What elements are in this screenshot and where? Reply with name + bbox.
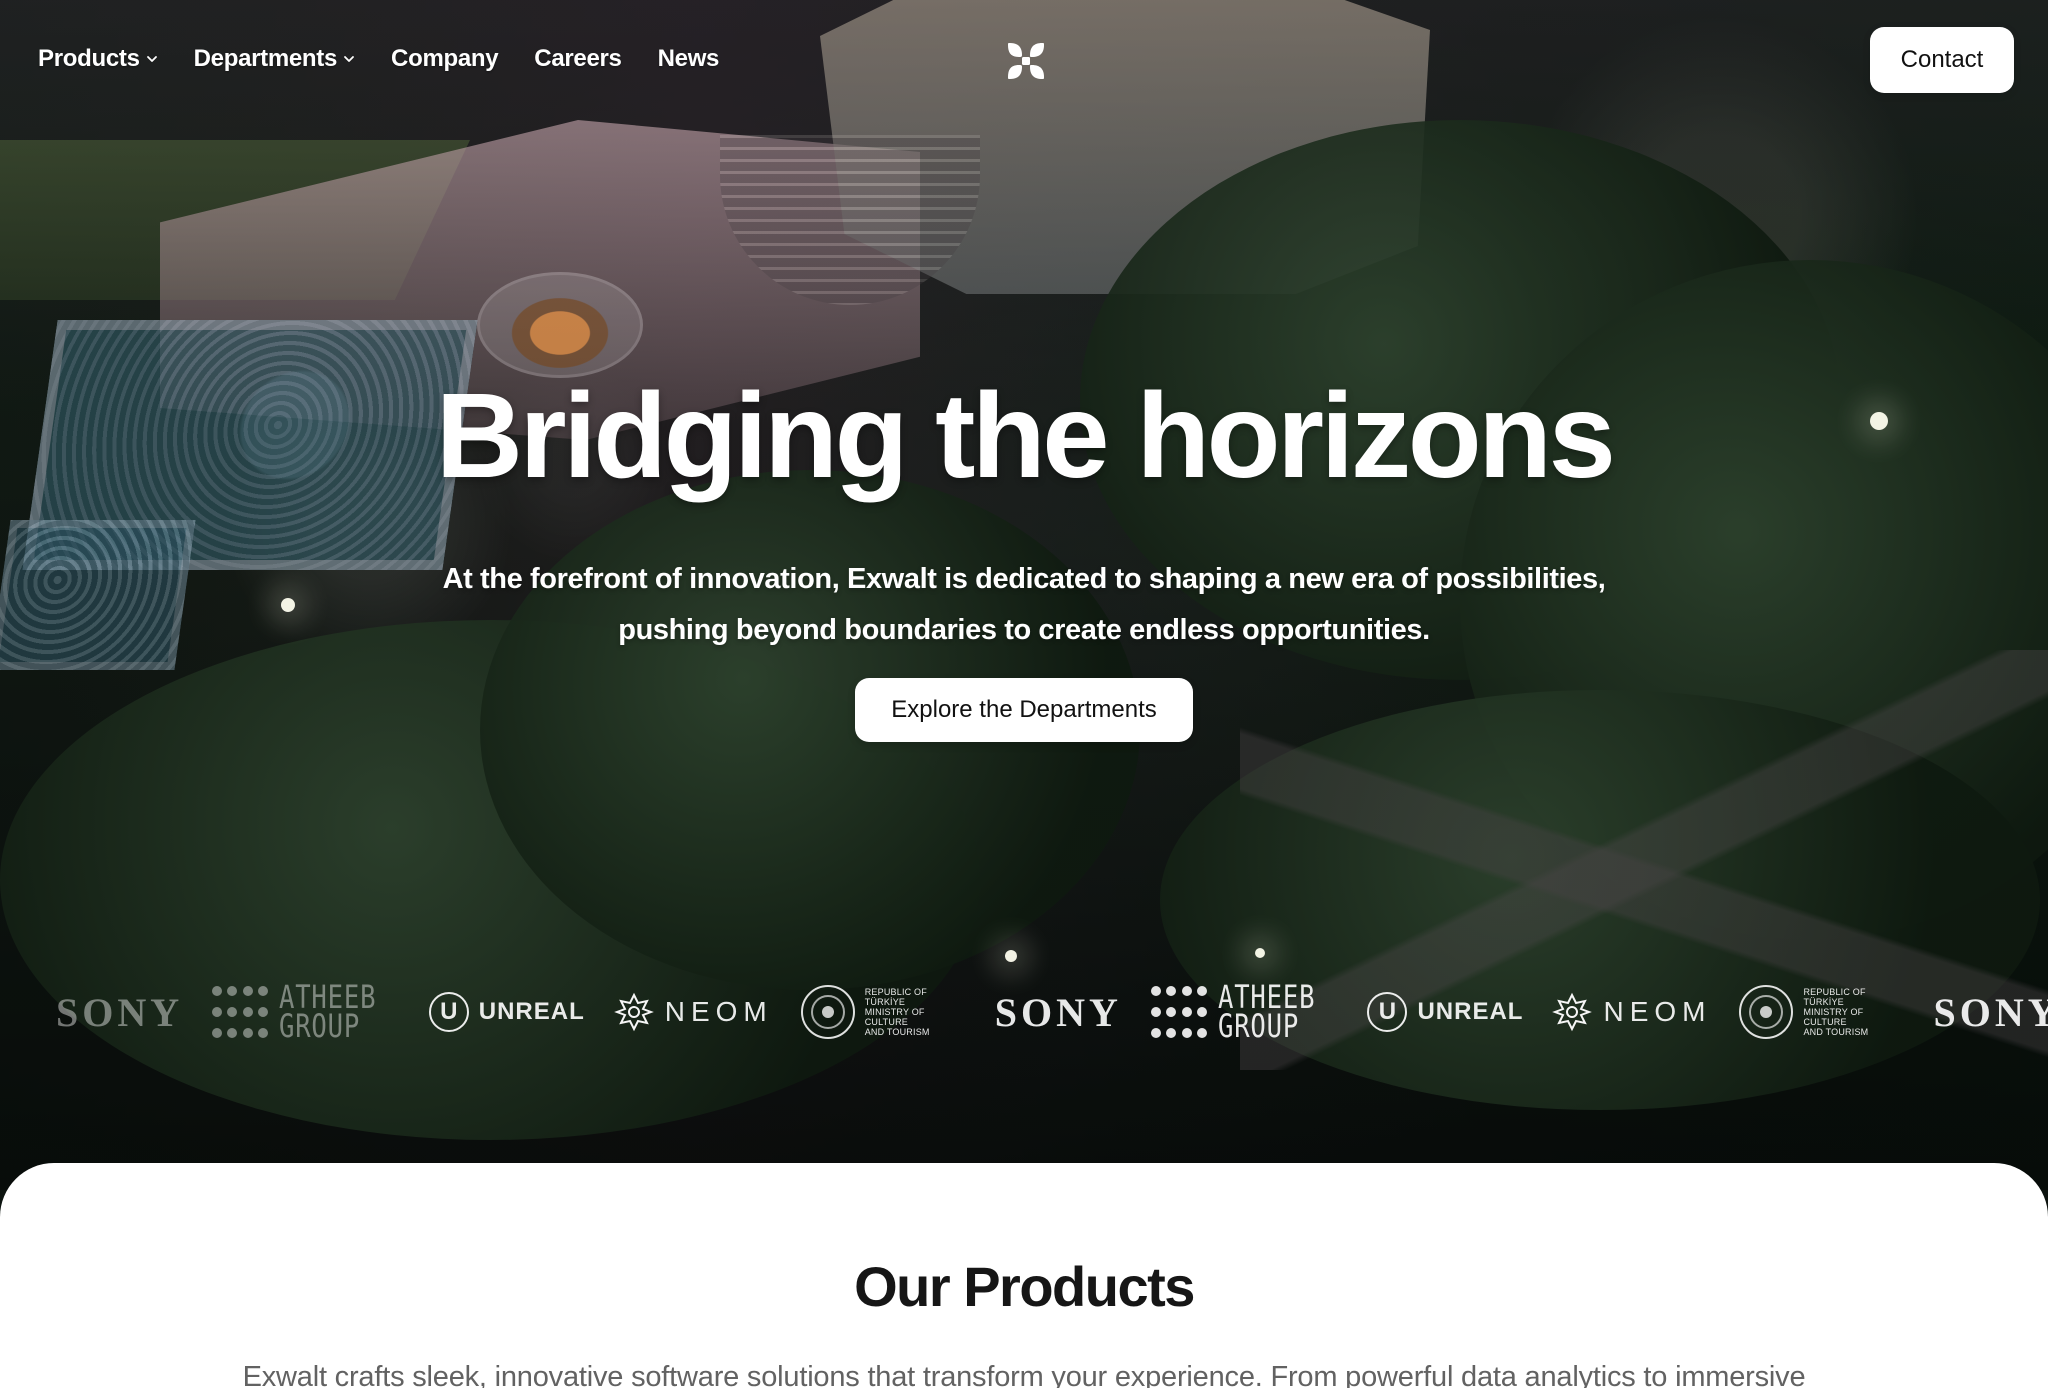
nav-company[interactable]: Company: [391, 45, 499, 73]
atheeb-logo: ATHEEB GROUP: [1150, 983, 1340, 1042]
logo-dot: [227, 1027, 238, 1038]
logo-dot: [1166, 1006, 1177, 1017]
hero-content: Bridging the horizons At the forefront o…: [0, 375, 2048, 742]
contact-button[interactable]: Contact: [1870, 27, 2014, 93]
nav-careers-label: Careers: [534, 45, 622, 72]
nav-products-label: Products: [38, 45, 140, 72]
homepage: Products Departments Company Careers New…: [0, 0, 2048, 1388]
sony-logo: SONY: [1933, 989, 2048, 1036]
ministry-line-3: AND TOURISM: [864, 1027, 930, 1037]
logo-dot: [1197, 1027, 1208, 1038]
ministry-logo: REPUBLIC OF TÜRKİYE MINISTRY OF CULTURE …: [1739, 985, 1905, 1039]
ministry-line-3: AND TOURISM: [1803, 1027, 1869, 1037]
logo-dot: [242, 1006, 253, 1017]
logo-dot: [1166, 1027, 1177, 1038]
logo-dot: [258, 1006, 269, 1017]
nav-company-label: Company: [391, 45, 499, 72]
ministry-wordmark: REPUBLIC OF TÜRKİYE MINISTRY OF CULTURE …: [1803, 987, 1905, 1037]
atheeb-sub-text: GROUP: [279, 1007, 361, 1045]
nav-departments[interactable]: Departments: [194, 45, 355, 73]
unreal-engine-icon: U: [1367, 992, 1408, 1032]
hero-subtitle-line-2: pushing beyond boundaries to create endl…: [618, 614, 1430, 646]
logo-dot: [1197, 1006, 1208, 1017]
top-navigation: Products Departments Company Careers New…: [0, 0, 2048, 120]
ministry-seal-icon: [1739, 985, 1794, 1039]
primary-nav: Products Departments Company Careers New…: [38, 45, 719, 73]
atheeb-dot-mark-icon: [1150, 983, 1208, 1041]
chevron-down-icon: [344, 56, 354, 62]
ministry-seal-icon: [800, 985, 855, 1039]
ministry-line-1: REPUBLIC OF TÜRKİYE: [864, 987, 927, 1007]
unreal-logo: U UNREAL: [428, 992, 585, 1032]
nav-departments-label: Departments: [193, 45, 338, 72]
four-petal-logo-icon[interactable]: [1004, 39, 1048, 83]
nav-products[interactable]: Products: [38, 45, 158, 73]
logo-dot: [1181, 986, 1192, 997]
logo-dot: [242, 1027, 253, 1038]
neom-logo: NEOM: [613, 991, 773, 1033]
hero-section: Products Departments Company Careers New…: [0, 0, 2048, 1190]
explore-departments-button[interactable]: Explore the Departments: [855, 678, 1193, 742]
logo-dot: [227, 986, 238, 997]
logo-dot: [258, 986, 269, 997]
atheeb-logo: ATHEEB GROUP: [211, 983, 401, 1042]
ministry-line-2: MINISTRY OF CULTURE: [1803, 1007, 1864, 1027]
unreal-wordmark: UNREAL: [478, 998, 585, 1025]
logo-dot: [211, 1006, 222, 1017]
logo-dot: [211, 1027, 222, 1038]
ministry-line-2: MINISTRY OF CULTURE: [864, 1007, 925, 1027]
street-light: [1255, 948, 1265, 958]
hero-title: Bridging the horizons: [435, 367, 1616, 503]
sony-logo: SONY: [995, 989, 1122, 1036]
logo-dot: [258, 1027, 269, 1038]
products-title: Our Products: [854, 1255, 1195, 1318]
neom-wordmark: NEOM: [664, 996, 773, 1027]
nav-careers[interactable]: Careers: [534, 45, 622, 73]
sony-wordmark: SONY: [994, 989, 1122, 1035]
chevron-down-icon: [146, 56, 157, 62]
ministry-wordmark: REPUBLIC OF TÜRKİYE MINISTRY OF CULTURE …: [865, 987, 967, 1037]
atheeb-wordmark: ATHEEB GROUP: [279, 983, 376, 1042]
logo-dot: [1181, 1027, 1192, 1038]
neom-wordmark: NEOM: [1603, 996, 1712, 1027]
sony-wordmark: SONY: [1933, 989, 2048, 1035]
street-light: [1005, 950, 1017, 962]
sony-wordmark: SONY: [56, 989, 184, 1035]
products-description: Exwalt crafts sleek, innovative software…: [242, 1361, 1806, 1388]
ministry-line-1: REPUBLIC OF TÜRKİYE: [1803, 987, 1866, 1007]
logo-dot: [211, 986, 222, 997]
nav-news-label: News: [657, 45, 720, 72]
hero-subtitle: At the forefront of innovation, Exwalt i…: [409, 554, 1639, 656]
neom-logo: NEOM: [1551, 991, 1711, 1033]
logo-dot: [1166, 986, 1177, 997]
logo-dot: [242, 986, 253, 997]
unreal-engine-icon: U: [428, 992, 469, 1032]
nav-news[interactable]: News: [658, 45, 720, 73]
unreal-wordmark: UNREAL: [1417, 998, 1524, 1025]
atheeb-wordmark: ATHEEB GROUP: [1218, 983, 1315, 1042]
logo-dot: [1150, 986, 1161, 997]
unreal-logo: U UNREAL: [1367, 992, 1523, 1032]
neom-mark-icon: [613, 992, 654, 1032]
atheeb-dot-mark-icon: [211, 983, 269, 1041]
hero-subtitle-line-1: At the forefront of innovation, Exwalt i…: [442, 563, 1606, 595]
sony-logo: SONY: [56, 989, 183, 1036]
logo-dot: [1197, 986, 1208, 997]
ministry-logo: REPUBLIC OF TÜRKİYE MINISTRY OF CULTURE …: [800, 985, 967, 1039]
logo-dot: [1181, 1006, 1192, 1017]
partner-logos-carousel: SONY ATHEEB GROUP U UNREAL NEOM REPUBLIC…: [0, 983, 2048, 1061]
logo-dot: [1150, 1006, 1161, 1017]
partner-logos-track: SONY ATHEEB GROUP U UNREAL NEOM REPUBLIC…: [56, 983, 2048, 1042]
neom-mark-icon: [1552, 992, 1593, 1032]
logo-dot: [227, 1006, 238, 1017]
logo-dot: [1150, 1027, 1161, 1038]
products-section: Our Products Exwalt crafts sleek, innova…: [0, 1163, 2048, 1388]
atheeb-sub-text: GROUP: [1217, 1007, 1299, 1045]
hero-background-dome: [480, 275, 640, 375]
